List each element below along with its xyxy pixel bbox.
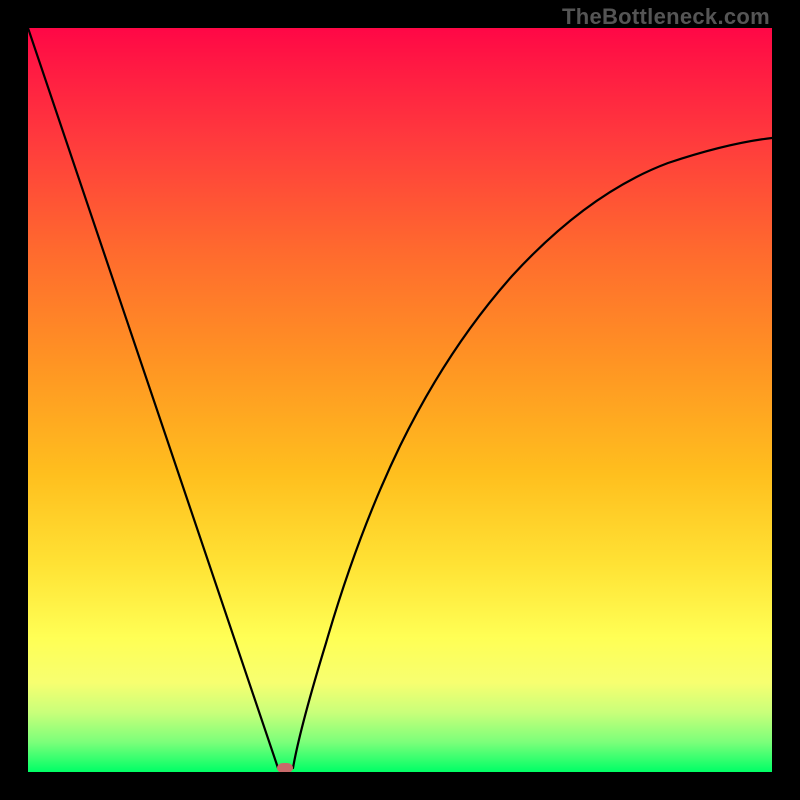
- curve-left-branch: [28, 28, 278, 768]
- chart-frame: TheBottleneck.com: [0, 0, 800, 800]
- min-marker-dot: [277, 763, 293, 772]
- watermark-text: TheBottleneck.com: [562, 4, 770, 30]
- plot-area: [28, 28, 772, 772]
- curve-right-branch: [293, 138, 772, 768]
- bottleneck-curve: [28, 28, 772, 772]
